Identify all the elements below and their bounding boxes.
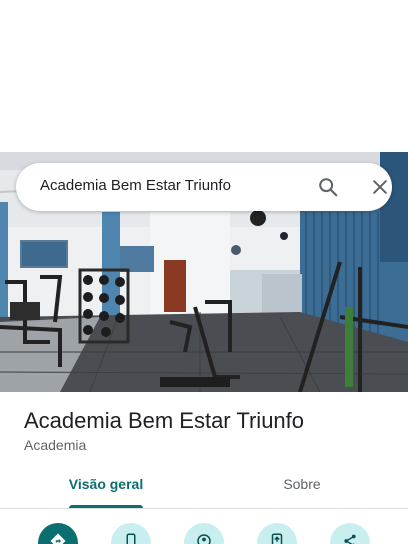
phone-icon	[126, 533, 136, 544]
tab-bar: Visão geral Sobre	[0, 468, 408, 508]
save-icon	[197, 534, 211, 544]
place-category[interactable]: Academia	[24, 437, 86, 453]
directions-button[interactable]	[38, 523, 78, 544]
share-button[interactable]	[330, 523, 370, 544]
search-input[interactable]: Academia Bem Estar Triunfo	[40, 177, 231, 194]
directions-icon	[50, 533, 66, 544]
share-icon	[344, 534, 356, 544]
search-bar[interactable]: Academia Bem Estar Triunfo	[16, 163, 392, 211]
tab-overview[interactable]: Visão geral	[38, 476, 174, 492]
save-button[interactable]	[184, 523, 224, 544]
call-button[interactable]	[111, 523, 151, 544]
action-buttons	[0, 520, 408, 544]
divider	[0, 508, 408, 509]
share-to-phone-icon	[271, 533, 283, 544]
tab-about[interactable]: Sobre	[234, 476, 370, 492]
search-icon[interactable]	[317, 176, 339, 198]
send-to-phone-button[interactable]	[257, 523, 297, 544]
place-title: Academia Bem Estar Triunfo	[24, 408, 305, 433]
close-icon[interactable]	[370, 177, 390, 197]
